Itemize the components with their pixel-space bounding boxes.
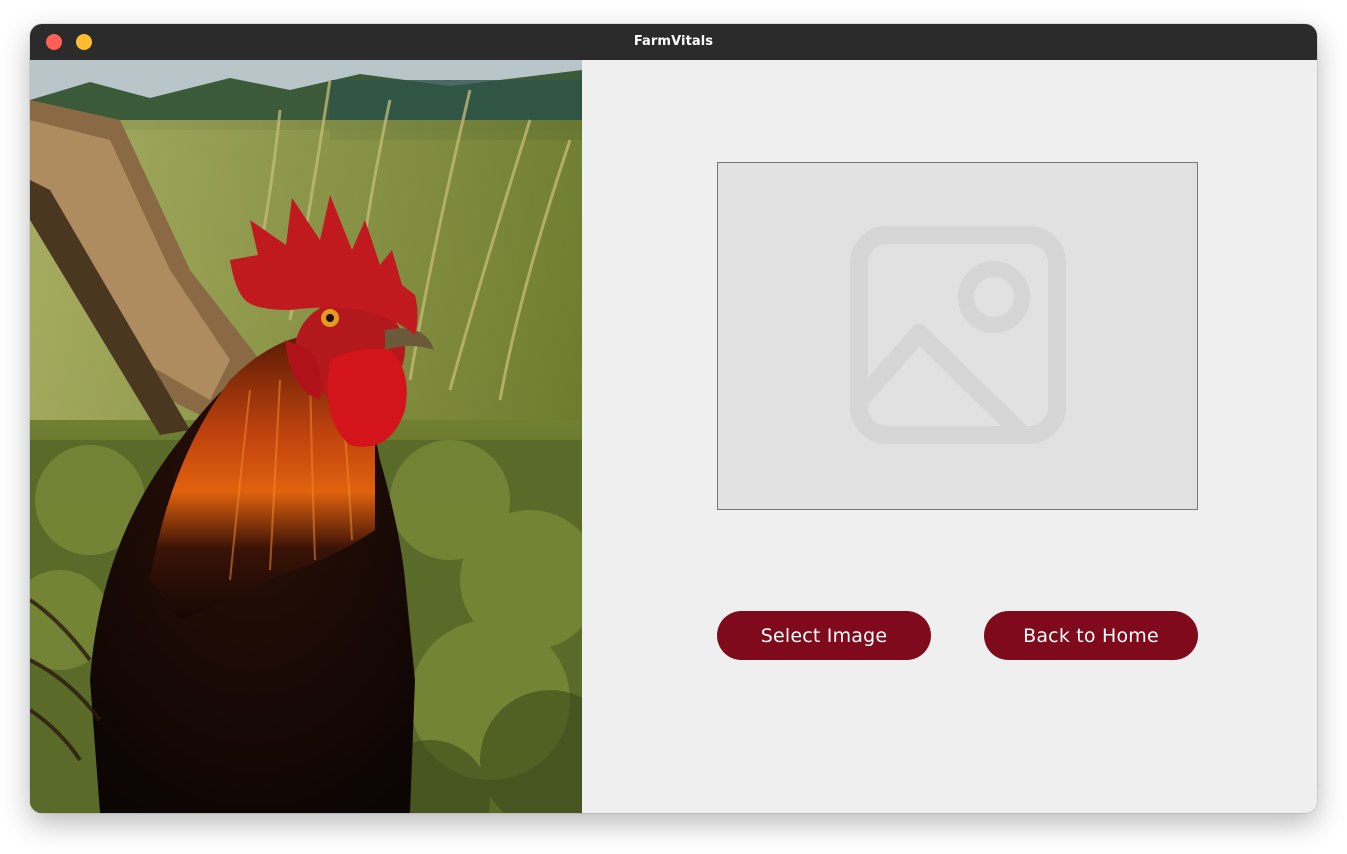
image-preview-area	[717, 162, 1198, 510]
window-title: FarmVitals	[633, 34, 714, 49]
image-placeholder-icon	[850, 226, 1066, 444]
select-image-button[interactable]: Select Image	[717, 611, 931, 660]
title-bar[interactable]: FarmVitals	[30, 24, 1317, 60]
back-to-home-button[interactable]: Back to Home	[984, 611, 1198, 660]
rooster-photo	[30, 60, 582, 813]
app-window: FarmVitals Select Image Back to Home	[30, 24, 1317, 813]
upload-panel: Select Image Back to Home	[582, 60, 1317, 813]
